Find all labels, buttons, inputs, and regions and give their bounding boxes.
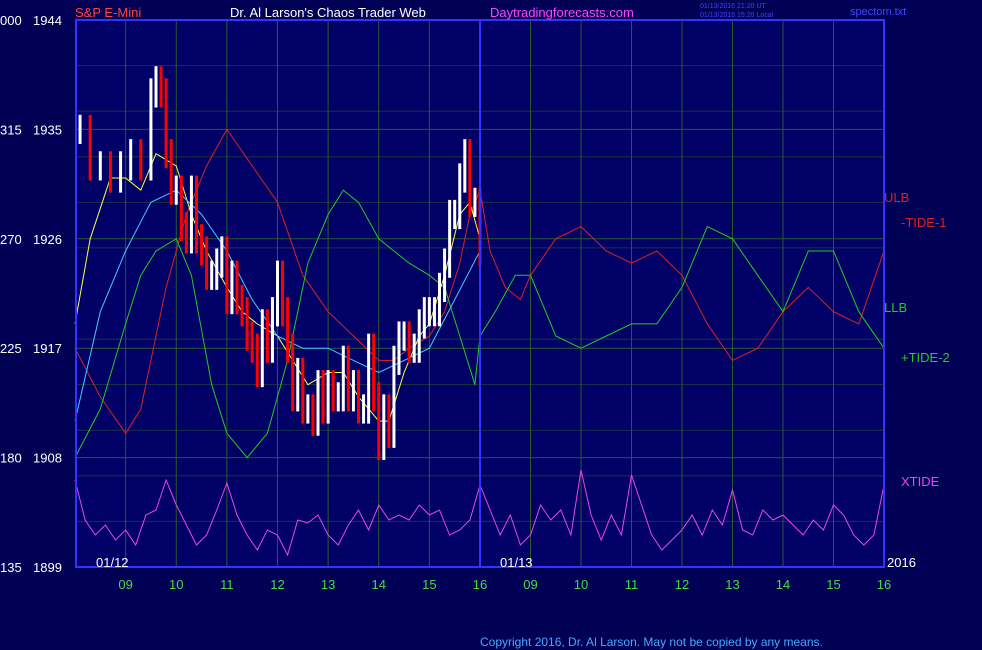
x-tick-label: 10 bbox=[169, 577, 183, 592]
series-label-llb: LLB bbox=[884, 300, 907, 315]
series-label-tide-2: +TIDE-2 bbox=[901, 350, 950, 365]
x-tick-label: 14 bbox=[776, 577, 790, 592]
x-tick-label: 15 bbox=[826, 577, 840, 592]
label-layer: ULB -TIDE-1 LLB +TIDE-2 XTIDE bbox=[884, 190, 950, 489]
y-tick-label: 1926 bbox=[33, 232, 62, 247]
x-tick-label: 11 bbox=[625, 577, 639, 592]
series-label-ulb: ULB bbox=[884, 190, 909, 205]
x-tick-label: 12 bbox=[270, 577, 284, 592]
x-tick-label: 09 bbox=[523, 577, 537, 592]
y-tick-label: 1899 bbox=[33, 560, 62, 575]
series-label-tide-1: -TIDE-1 bbox=[901, 215, 947, 230]
x-tick-label: 10 bbox=[574, 577, 588, 592]
y-tick-left-label: 000 bbox=[0, 13, 22, 28]
stamp-ut: 01/13/2016 21:20 UT bbox=[700, 3, 766, 10]
chart-title: Dr. Al Larson's Chaos Trader Web bbox=[230, 5, 426, 20]
stamp-local: 01/13/2016 15:20 Local bbox=[700, 12, 774, 19]
date-label: 01/12 bbox=[96, 555, 129, 570]
x-tick-label: 12 bbox=[675, 577, 689, 592]
x-tick-label: 16 bbox=[473, 577, 487, 592]
series-label-xtide: XTIDE bbox=[901, 474, 940, 489]
x-tick-label: 14 bbox=[372, 577, 386, 592]
y-tick-label: 1944 bbox=[33, 13, 62, 28]
year-label: 2016 bbox=[887, 555, 916, 570]
x-tick-label: 13 bbox=[321, 577, 335, 592]
y-tick-left-label: 135 bbox=[0, 560, 22, 575]
y-tick-left-label: 270 bbox=[0, 232, 22, 247]
file-label: spectom.txt bbox=[850, 6, 906, 18]
y-tick-label: 1908 bbox=[33, 451, 62, 466]
date-label: 01/13 bbox=[500, 555, 533, 570]
y-tick-label: 1935 bbox=[33, 122, 62, 137]
site-link[interactable]: Daytradingforecasts.com bbox=[490, 5, 634, 20]
y-tick-left-label: 180 bbox=[0, 451, 22, 466]
x-tick-label: 09 bbox=[118, 577, 132, 592]
x-tick-label: 16 bbox=[877, 577, 891, 592]
y-tick-label: 1917 bbox=[33, 341, 62, 356]
y-tick-left-label: 315 bbox=[0, 122, 22, 137]
x-tick-label: 11 bbox=[220, 577, 234, 592]
y-tick-left-label: 225 bbox=[0, 341, 22, 356]
copyright: Copyright 2016, Dr. Al Larson. May not b… bbox=[480, 635, 823, 649]
symbol-label: S&P E-Mini bbox=[75, 5, 141, 20]
chaos-trader-chart: 1944 000 1935 315 1926 270 1917 225 1908 180 1899 1… bbox=[0, 3, 950, 649]
x-tick-label: 13 bbox=[725, 577, 739, 592]
x-tick-label: 15 bbox=[422, 577, 436, 592]
